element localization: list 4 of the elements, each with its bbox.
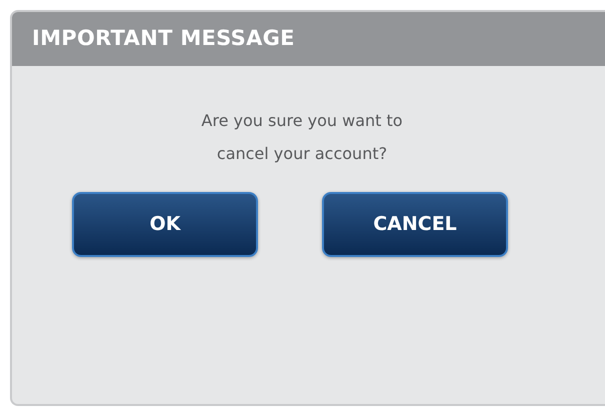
- dialog-title: IMPORTANT MESSAGE: [32, 25, 295, 52]
- ok-button[interactable]: OK: [72, 192, 258, 257]
- dialog-message: Are you sure you want to cancel your account?: [200, 110, 404, 165]
- cancel-button[interactable]: CANCEL: [322, 192, 508, 257]
